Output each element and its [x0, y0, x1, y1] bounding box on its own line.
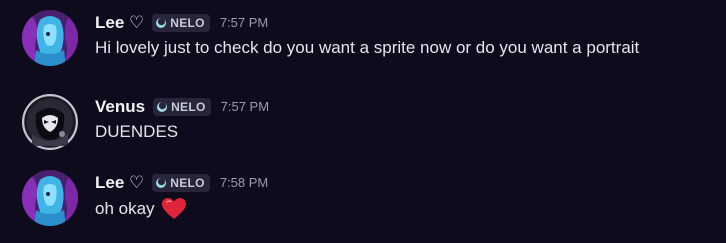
- blue-character-avatar-icon: [22, 170, 78, 226]
- message-body: DUENDES: [95, 122, 179, 141]
- avatar[interactable]: [22, 170, 78, 226]
- message-header: Lee ♡ NELO 7:57 PM: [95, 12, 268, 34]
- message-body: Hi lovely just to check do you want a sp…: [95, 38, 640, 57]
- username[interactable]: Venus: [95, 96, 145, 118]
- message-text: Hi lovely just to check do you want a sp…: [95, 37, 639, 59]
- chat-message: Venus NELO 7:57 PM DUENDES: [0, 88, 726, 160]
- username[interactable]: Lee ♡: [95, 172, 144, 194]
- message-header: Lee ♡ NELO 7:58 PM: [95, 172, 268, 194]
- server-tag-label: NELO: [170, 176, 205, 190]
- message-text: DUENDES: [95, 121, 178, 143]
- timestamp: 7:57 PM: [219, 15, 269, 30]
- timestamp: 7:57 PM: [220, 99, 270, 114]
- blue-character-avatar-icon: [22, 10, 78, 66]
- server-tag-badge[interactable]: NELO: [153, 98, 211, 116]
- server-tag-badge[interactable]: NELO: [152, 14, 210, 32]
- dark-character-avatar-icon: [22, 94, 78, 150]
- message-text: oh okay: [95, 197, 187, 221]
- username[interactable]: Lee ♡: [95, 12, 144, 34]
- server-tag-badge[interactable]: NELO: [152, 174, 210, 192]
- chat-message: Lee ♡ NELO 7:58 PM oh okay: [0, 164, 726, 236]
- crescent-moon-icon: [157, 102, 168, 112]
- avatar[interactable]: [22, 10, 78, 66]
- crescent-moon-icon: [156, 18, 167, 28]
- message-body: oh okay: [95, 199, 155, 218]
- message-header: Venus NELO 7:57 PM: [95, 96, 269, 118]
- server-tag-label: NELO: [171, 100, 206, 114]
- avatar[interactable]: [22, 94, 78, 150]
- chat-message-list: Lee ♡ NELO 7:57 PM Hi lovely just to che…: [0, 0, 726, 243]
- timestamp: 7:58 PM: [219, 175, 269, 190]
- server-tag-label: NELO: [170, 16, 205, 30]
- chat-message: Lee ♡ NELO 7:57 PM Hi lovely just to che…: [0, 4, 726, 76]
- crescent-moon-icon: [156, 178, 167, 188]
- red-heart-emoji-icon: [161, 198, 186, 219]
